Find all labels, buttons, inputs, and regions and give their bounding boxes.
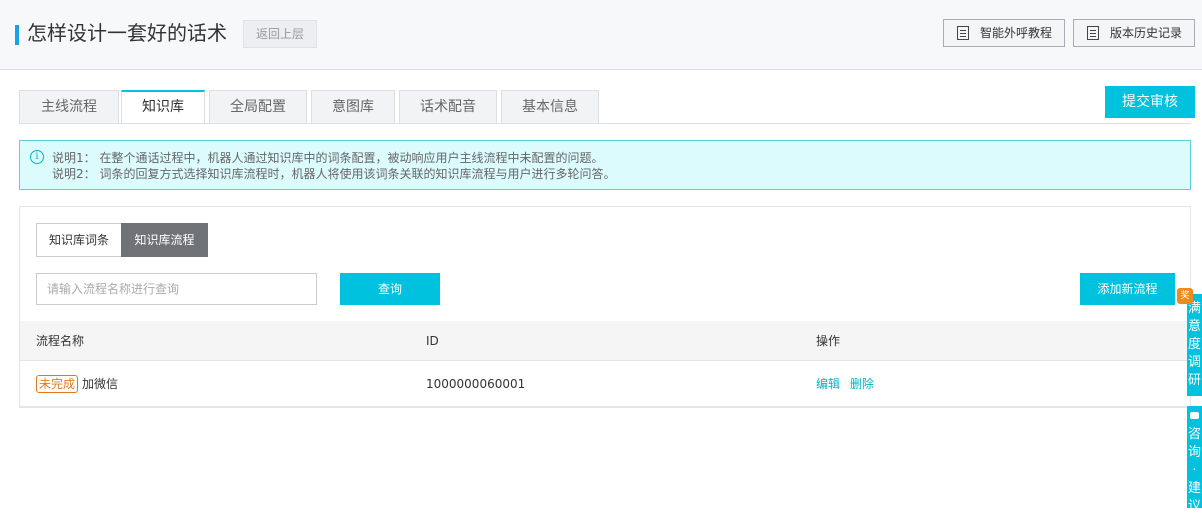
- add-flow-button[interactable]: 添加新流程: [1080, 273, 1175, 305]
- tab-intent-library[interactable]: 意图库: [311, 90, 395, 124]
- tab-basic-info[interactable]: 基本信息: [501, 90, 599, 124]
- tab-global-config[interactable]: 全局配置: [209, 90, 307, 124]
- info-notice: i 说明1： 在整个通话过程中，机器人通过知识库中的词条配置，被动响应用户主线流…: [19, 140, 1191, 190]
- flow-search-input[interactable]: [36, 273, 317, 305]
- back-button[interactable]: 返回上层: [243, 20, 317, 48]
- consult-widget-label: 咨询·建议: [1187, 427, 1201, 514]
- tab-main-flow[interactable]: 主线流程: [19, 90, 119, 124]
- page-title: 怎样设计一套好的话术: [27, 21, 227, 45]
- flow-name-cell: 未完成 加微信: [36, 361, 118, 407]
- notice-line-2: 说明2： 词条的回复方式选择知识库流程时，机器人将使用该词条关联的知识库流程与用…: [52, 167, 616, 181]
- notice-line-1: 说明1： 在整个通话过程中，机器人通过知识库中的词条配置，被动响应用户主线流程中…: [52, 151, 604, 165]
- table-row: 未完成 加微信 1000000060001 编辑 删除: [20, 361, 1190, 407]
- column-header-actions: 操作: [816, 334, 841, 348]
- edit-link[interactable]: 编辑: [816, 377, 840, 391]
- submit-review-button[interactable]: 提交审核: [1105, 86, 1195, 118]
- flow-id: 1000000060001: [426, 377, 526, 391]
- info-icon: i: [30, 150, 44, 164]
- column-header-flow-name: 流程名称: [36, 334, 85, 348]
- document-icon: [1087, 26, 1099, 40]
- version-history-button-label: 版本历史记录: [1110, 26, 1183, 40]
- segment-knowledge-terms[interactable]: 知识库词条: [36, 223, 122, 257]
- reward-badge: 奖: [1177, 288, 1193, 304]
- actions-cell: 编辑 删除: [816, 361, 884, 407]
- segment-knowledge-flows[interactable]: 知识库流程: [121, 223, 208, 257]
- flow-name: 加微信: [82, 377, 119, 391]
- chat-icon: [1190, 412, 1199, 419]
- page-header: 怎样设计一套好的话术 返回上层 智能外呼教程 版本历史记录: [0, 0, 1202, 70]
- document-icon: [957, 26, 969, 40]
- version-history-button[interactable]: 版本历史记录: [1073, 19, 1195, 47]
- query-button[interactable]: 查询: [340, 273, 440, 305]
- tutorial-button[interactable]: 智能外呼教程: [943, 19, 1065, 47]
- satisfaction-survey-widget[interactable]: 满意度调研: [1187, 294, 1202, 396]
- title-accent-bar: [15, 25, 19, 45]
- status-badge: 未完成: [36, 375, 79, 393]
- delete-link[interactable]: 删除: [850, 377, 874, 391]
- tutorial-button-label: 智能外呼教程: [980, 26, 1053, 40]
- tabs-divider: [19, 123, 1191, 124]
- knowledge-flow-panel: 知识库词条 知识库流程 查询 添加新流程 流程名称 ID 操作 未完成加微信 1…: [19, 206, 1191, 408]
- table-header: 流程名称 ID 操作: [20, 321, 1190, 361]
- column-header-id: ID: [426, 334, 439, 348]
- tab-knowledge-base[interactable]: 知识库: [121, 90, 205, 124]
- consult-suggest-widget[interactable]: 咨询·建议: [1187, 406, 1202, 514]
- tab-voice-recording[interactable]: 话术配音: [399, 90, 497, 124]
